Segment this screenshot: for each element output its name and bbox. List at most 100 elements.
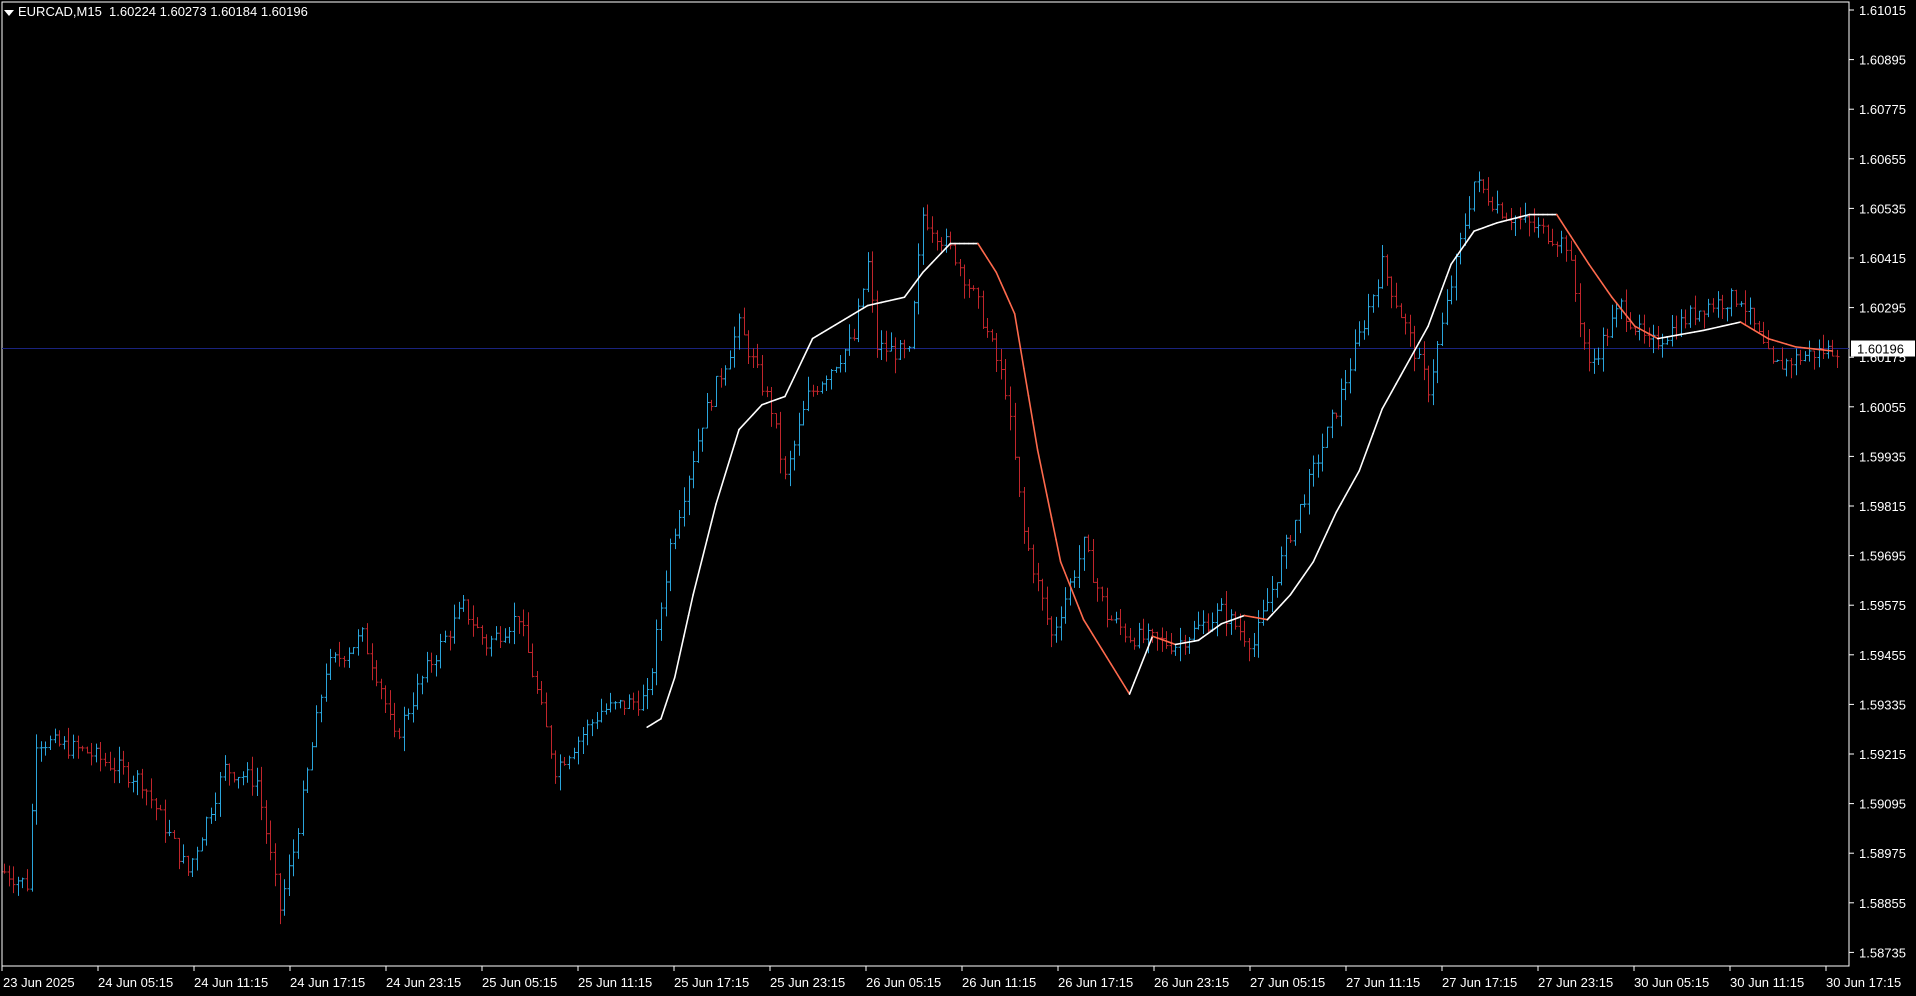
ma-segment	[1597, 276, 1604, 285]
price-bar	[562, 756, 567, 766]
x-tick-label: 26 Jun 05:15	[866, 975, 941, 990]
price-bar	[581, 727, 586, 755]
price-bar	[1072, 570, 1077, 588]
price-bar	[1114, 611, 1119, 624]
price-bar	[1017, 456, 1022, 497]
price-bar	[1752, 307, 1757, 331]
price-bar	[71, 734, 76, 759]
price-bar	[1229, 609, 1234, 635]
price-bar	[1794, 348, 1799, 376]
price-bar	[1422, 341, 1427, 381]
price-bar	[20, 877, 25, 889]
price-bar	[512, 602, 517, 645]
price-bar	[273, 843, 278, 887]
ma-segment	[931, 257, 938, 264]
ma-segment	[715, 488, 722, 505]
price-bar	[1095, 578, 1100, 602]
ma-segment	[1340, 494, 1347, 505]
x-tick-label: 27 Jun 05:15	[1250, 975, 1325, 990]
ma-segment	[1142, 646, 1149, 661]
price-bar	[576, 736, 581, 765]
price-bar	[618, 699, 623, 709]
y-tick-label: 1.60895	[1859, 53, 1906, 68]
price-bar	[1334, 412, 1339, 419]
price-bar	[425, 651, 430, 683]
price-bar	[1357, 321, 1362, 347]
price-bar	[953, 243, 958, 266]
price-bar	[94, 743, 99, 763]
chart-window[interactable]: 1.61015 1.60895 1.60775 1.60655 1.60535 1.604…	[0, 0, 1916, 996]
price-bar	[866, 252, 871, 293]
ma-segment	[1450, 256, 1457, 266]
x-tick-label: 23 Jun 2025	[3, 975, 75, 990]
price-chart[interactable]: 1.61015 1.60895 1.60775 1.60655 1.60535 1.604…	[0, 0, 1916, 996]
price-bar	[1325, 426, 1330, 448]
price-bar	[172, 830, 177, 839]
price-bar	[1417, 347, 1422, 359]
price-bar	[1141, 618, 1146, 644]
price-bar	[852, 328, 857, 341]
ma-segment	[1091, 633, 1099, 643]
price-bar	[700, 427, 705, 452]
ma-segment	[706, 521, 713, 542]
ma-segment	[1555, 213, 1563, 223]
ma-segment	[1096, 641, 1103, 651]
price-bar	[347, 647, 352, 668]
price-bar	[1219, 598, 1224, 612]
ma-segment	[1758, 332, 1765, 337]
price-bar	[305, 767, 310, 793]
price-bar	[415, 673, 420, 710]
price-bar	[958, 259, 963, 277]
price-bar	[1826, 340, 1831, 359]
price-bar	[723, 365, 728, 386]
price-bar	[245, 762, 250, 783]
price-bar	[1371, 294, 1376, 313]
price-bar	[1320, 433, 1325, 472]
price-bar	[893, 337, 898, 374]
price-bar	[1647, 327, 1652, 347]
price-bar	[144, 788, 149, 806]
chart-header: EURCAD,M15 1.60224 1.60273 1.60184 1.601…	[4, 4, 308, 19]
price-bar	[1500, 202, 1505, 219]
price-bar	[1261, 599, 1266, 626]
price-bar	[526, 612, 531, 653]
price-bar	[324, 663, 329, 702]
price-bar	[1697, 310, 1702, 322]
price-bar	[1445, 289, 1450, 326]
price-bar	[1578, 283, 1583, 338]
price-bar	[1693, 295, 1698, 326]
price-bar	[728, 350, 733, 370]
y-tick-label: 1.59335	[1859, 697, 1906, 712]
price-bar	[742, 307, 747, 336]
price-bar	[43, 741, 48, 756]
price-bar	[112, 757, 117, 784]
price-bar	[25, 869, 30, 892]
dropdown-triangle-icon[interactable]	[4, 9, 14, 16]
price-bar	[1086, 534, 1091, 553]
price-bar	[1192, 620, 1197, 642]
price-bar	[1040, 578, 1045, 611]
price-bar	[1706, 298, 1711, 318]
price-bar	[751, 348, 756, 368]
price-bar	[1472, 181, 1477, 212]
ma-segment	[1762, 335, 1769, 340]
price-bar	[530, 643, 535, 678]
price-bar	[1109, 615, 1114, 621]
y-tick-label: 1.60295	[1859, 301, 1906, 316]
price-bar	[1481, 179, 1486, 194]
ma-segment	[1592, 270, 1599, 279]
ma-segment	[1560, 220, 1567, 230]
price-bar	[1523, 202, 1528, 223]
ma-segment	[1128, 681, 1135, 695]
price-bar	[200, 837, 205, 852]
price-bar	[480, 625, 485, 645]
price-bar	[921, 207, 926, 265]
ma-segment	[1349, 478, 1356, 489]
ma-segment	[756, 403, 763, 411]
price-bar	[1026, 527, 1031, 552]
ma-segment	[807, 337, 814, 350]
price-bar	[158, 804, 163, 811]
price-bar	[806, 376, 811, 412]
price-bar	[613, 701, 618, 710]
price-bar	[521, 609, 526, 637]
